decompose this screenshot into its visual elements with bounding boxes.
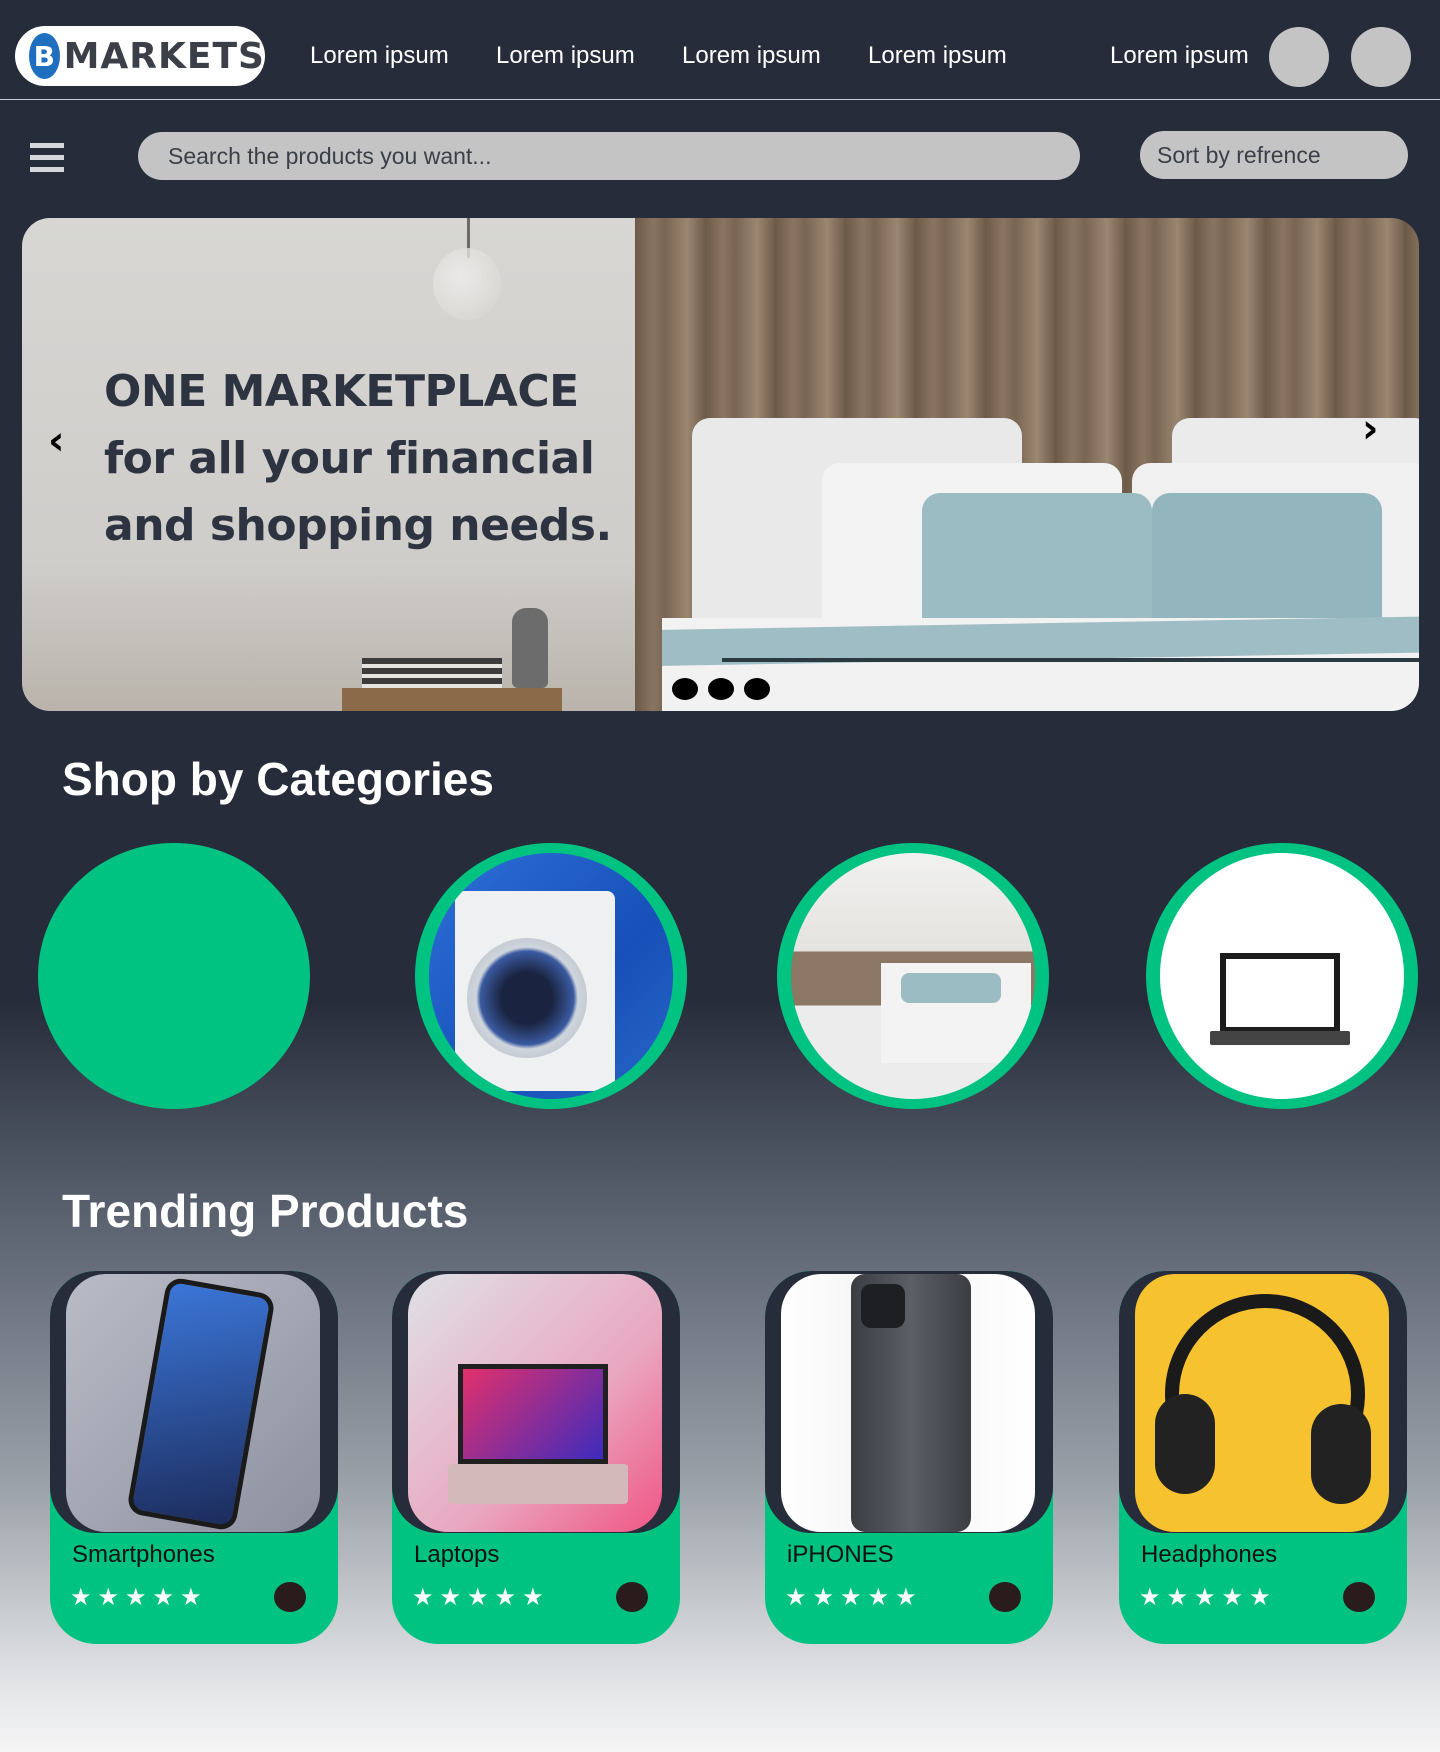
nightstand-image — [342, 688, 562, 711]
cart-avatar[interactable] — [1351, 27, 1411, 87]
laptop-product-image — [408, 1274, 662, 1532]
account-avatar[interactable] — [1269, 27, 1329, 87]
nav-link-5[interactable]: Lorem ipsum — [1110, 42, 1249, 70]
laptop-image — [1160, 853, 1404, 1099]
carousel-next-icon[interactable]: › — [1362, 406, 1378, 452]
product-card-headphones[interactable]: Headphones ★★★★★ — [1119, 1271, 1407, 1644]
washing-machine-image — [429, 853, 673, 1099]
product-card-iphones[interactable]: iPHONES ★★★★★ — [765, 1271, 1053, 1644]
logo-text: MARKETS — [63, 35, 265, 77]
carousel-dot-3[interactable] — [744, 678, 770, 700]
hero-carousel: ONE MARKETPLACE for all your financial a… — [22, 218, 1419, 711]
hamburger-menu-icon[interactable] — [30, 143, 64, 175]
carousel-prev-icon[interactable]: ‹ — [48, 418, 64, 464]
category-tile-appliances[interactable] — [415, 843, 687, 1109]
smartphone-image — [66, 1274, 320, 1532]
nav-link-4[interactable]: Lorem ipsum — [868, 42, 1007, 70]
product-name: iPHONES — [787, 1541, 894, 1568]
categories-title: Shop by Categories — [62, 753, 494, 805]
add-to-cart-button[interactable] — [989, 1582, 1021, 1612]
product-name: Headphones — [1141, 1541, 1278, 1568]
iphone-image — [781, 1274, 1035, 1532]
sort-dropdown[interactable]: Sort by refrence — [1140, 131, 1408, 179]
add-to-cart-button[interactable] — [616, 1582, 648, 1612]
product-card-laptops[interactable]: Laptops ★★★★★ — [392, 1271, 680, 1644]
logo-mark-icon: B — [29, 33, 60, 79]
rating-stars-icon: ★★★★★ — [70, 1583, 208, 1611]
rating-stars-icon: ★★★★★ — [1139, 1583, 1277, 1611]
nav-link-3[interactable]: Lorem ipsum — [682, 42, 821, 70]
category-tile-electronics[interactable] — [1146, 843, 1418, 1109]
lightbulb-image — [433, 248, 501, 320]
vase-image — [512, 608, 548, 688]
product-name: Smartphones — [72, 1541, 215, 1568]
bedroom-image — [791, 853, 1035, 1099]
add-to-cart-button[interactable] — [1343, 1582, 1375, 1612]
carousel-dot-1[interactable] — [672, 678, 698, 700]
top-navbar: B MARKETS Lorem ipsum Lorem ipsum Lorem … — [0, 0, 1440, 100]
category-tile-1[interactable] — [38, 843, 310, 1109]
category-tile-furniture[interactable] — [777, 843, 1049, 1109]
trending-title: Trending Products — [62, 1185, 469, 1237]
hero-line-3: and shopping needs. — [104, 500, 612, 551]
brand-logo[interactable]: B MARKETS — [15, 26, 265, 86]
add-to-cart-button[interactable] — [274, 1582, 306, 1612]
hero-headline: ONE MARKETPLACE for all your financial a… — [104, 358, 644, 559]
hero-line-1: ONE MARKETPLACE — [104, 366, 579, 417]
product-card-smartphones[interactable]: Smartphones ★★★★★ — [50, 1271, 338, 1644]
hero-line-2: for all your financial — [104, 433, 595, 484]
product-name: Laptops — [414, 1541, 500, 1568]
nav-link-2[interactable]: Lorem ipsum — [496, 42, 635, 70]
carousel-dot-2[interactable] — [708, 678, 734, 700]
nav-link-1[interactable]: Lorem ipsum — [310, 42, 449, 70]
carousel-dots — [672, 678, 770, 700]
rating-stars-icon: ★★★★★ — [785, 1583, 923, 1611]
rating-stars-icon: ★★★★★ — [412, 1583, 550, 1611]
books-image — [362, 658, 502, 688]
headphones-image — [1135, 1274, 1389, 1532]
search-input[interactable] — [138, 132, 1080, 180]
